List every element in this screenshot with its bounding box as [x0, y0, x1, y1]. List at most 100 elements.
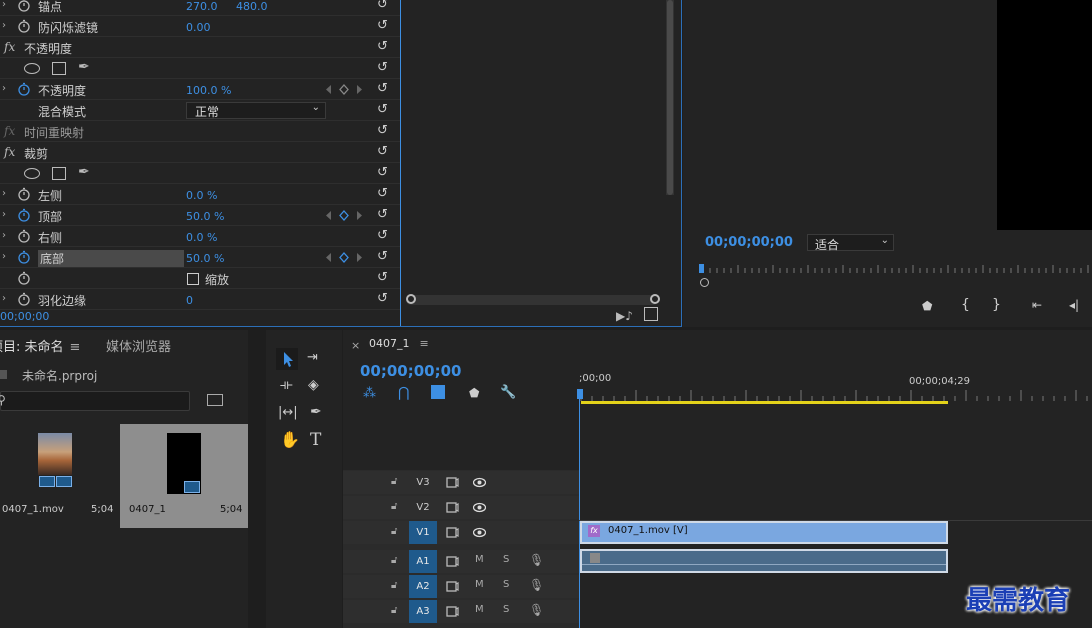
reset-icon[interactable]: ↺	[377, 81, 388, 96]
tab-project[interactable]: 项目: 未命名≡	[0, 336, 80, 355]
reset-icon[interactable]: ↺	[377, 186, 388, 201]
program-time-ruler[interactable]	[699, 262, 1092, 282]
reset-icon[interactable]: ↺	[377, 123, 388, 138]
mark-in-icon[interactable]: {	[961, 297, 970, 313]
stopwatch-icon[interactable]	[17, 0, 31, 12]
lock-icon[interactable]: 🔓︎	[391, 555, 397, 566]
effect-value[interactable]: 0	[186, 294, 193, 307]
lock-icon[interactable]: 🔓︎	[391, 580, 397, 591]
fit-dropdown[interactable]: 适合 ⌄	[807, 234, 894, 252]
track-target-toggle[interactable]: V1	[409, 521, 437, 544]
sync-lock-icon[interactable]	[446, 527, 459, 538]
effect-value-2[interactable]: 480.0	[236, 0, 268, 13]
reset-icon[interactable]: ↺	[377, 270, 388, 285]
stopwatch-icon[interactable]	[17, 187, 31, 201]
track-target-toggle[interactable]: V2	[409, 496, 437, 519]
pen-mask-icon[interactable]: ✒	[78, 164, 90, 180]
reset-icon[interactable]: ↺	[377, 144, 388, 159]
tab-sequence[interactable]: 0407_1 ≡	[369, 337, 429, 350]
stopwatch-icon[interactable]	[17, 208, 31, 222]
sync-lock-icon[interactable]	[446, 581, 459, 592]
vertical-scrollbar[interactable]	[666, 0, 674, 195]
reset-icon[interactable]: ↺	[377, 102, 388, 117]
lock-icon[interactable]: 🔓︎	[391, 501, 397, 512]
reset-icon[interactable]: ↺	[377, 39, 388, 54]
twirl-icon[interactable]: ›	[2, 251, 6, 262]
video-clip[interactable]: fx 0407_1.mov [V]	[580, 521, 948, 544]
eye-icon[interactable]	[473, 527, 486, 538]
twirl-icon[interactable]: ›	[2, 209, 6, 220]
export-frame-icon[interactable]	[644, 307, 658, 321]
reset-icon[interactable]: ↺	[377, 291, 388, 306]
stopwatch-icon[interactable]	[17, 19, 31, 33]
rect-mask-icon[interactable]	[52, 167, 66, 180]
project-item-clip[interactable]: 0407_1.mov 5;04	[0, 424, 120, 528]
sync-lock-icon[interactable]	[446, 606, 459, 617]
timeline-playhead[interactable]	[577, 389, 583, 399]
add-marker-tl-icon[interactable]	[431, 385, 445, 399]
stopwatch-icon[interactable]	[17, 292, 31, 306]
reset-icon[interactable]: ↺	[377, 165, 388, 180]
stopwatch-icon[interactable]	[17, 229, 31, 243]
go-to-in-icon[interactable]: ⇤	[1032, 298, 1042, 312]
microphone-icon[interactable]: 🎙︎	[529, 603, 544, 617]
lock-icon[interactable]: 🔓︎	[391, 526, 397, 537]
sync-lock-icon[interactable]	[446, 502, 459, 513]
program-playhead[interactable]	[699, 264, 704, 273]
track-target-toggle[interactable]: A3	[409, 600, 437, 623]
stopwatch-icon[interactable]	[17, 271, 31, 285]
reset-icon[interactable]: ↺	[377, 228, 388, 243]
twirl-icon[interactable]: ›	[2, 188, 6, 199]
effect-value[interactable]: 0.00	[186, 21, 211, 34]
mute-button[interactable]: M	[475, 604, 484, 615]
stopwatch-icon[interactable]	[17, 82, 31, 96]
razor-tool-icon[interactable]: ◈	[308, 377, 319, 393]
effect-value[interactable]: 270.0	[186, 0, 218, 13]
reset-icon[interactable]: ↺	[377, 249, 388, 264]
track-target-toggle[interactable]: A2	[409, 575, 437, 598]
keyframe-nav-icon[interactable]	[325, 251, 363, 264]
ellipse-mask-icon[interactable]	[24, 168, 40, 179]
reset-icon[interactable]: ↺	[377, 0, 388, 12]
effect-value[interactable]: 50.0 %	[186, 210, 224, 223]
eye-icon[interactable]	[473, 477, 486, 488]
blend-mode-dropdown[interactable]: 正常 ⌄	[186, 102, 326, 119]
solo-button[interactable]: S	[503, 604, 509, 615]
sync-lock-icon[interactable]	[446, 477, 459, 488]
microphone-icon[interactable]: 🎙︎	[529, 553, 544, 567]
slip-tool-icon[interactable]: |↔|	[278, 405, 298, 420]
twirl-icon[interactable]: ›	[2, 20, 6, 31]
project-item-sequence[interactable]: 0407_1 5;04	[120, 424, 248, 528]
audio-clip[interactable]	[580, 549, 948, 573]
ripple-edit-tool-icon[interactable]: ⟛	[280, 377, 293, 393]
stopwatch-icon[interactable]	[17, 250, 31, 264]
type-tool-icon[interactable]: T	[310, 430, 321, 450]
step-back-icon[interactable]: ◂|	[1069, 298, 1079, 312]
find-icon[interactable]	[207, 394, 223, 406]
lock-icon[interactable]: 🔓︎	[391, 476, 397, 487]
effect-value[interactable]: 50.0 %	[186, 252, 224, 265]
microphone-icon[interactable]: 🎙︎	[529, 578, 544, 592]
rect-mask-icon[interactable]	[52, 62, 66, 75]
zoom-handle[interactable]	[700, 278, 709, 287]
mute-button[interactable]: M	[475, 554, 484, 565]
effect-value[interactable]: 100.0 %	[186, 84, 231, 97]
horizontal-zoom-scrollbar[interactable]	[406, 294, 660, 305]
effect-value[interactable]: 0.0 %	[186, 189, 217, 202]
sync-lock-icon[interactable]	[446, 556, 459, 567]
program-timecode[interactable]: 00;00;00;00	[705, 235, 793, 250]
twirl-icon[interactable]: ›	[2, 293, 6, 304]
track-select-tool-icon[interactable]: ⇥	[307, 350, 318, 365]
reset-icon[interactable]: ↺	[377, 207, 388, 222]
mark-out-icon[interactable]: }	[992, 297, 1001, 313]
linked-selection-icon[interactable]: ⋂	[398, 385, 409, 401]
lock-icon[interactable]: 🔓︎	[391, 605, 397, 616]
track-target-toggle[interactable]: A1	[409, 550, 437, 573]
track-target-toggle[interactable]: V3	[409, 471, 437, 494]
twirl-icon[interactable]: ›	[2, 230, 6, 241]
close-icon[interactable]: ×	[351, 339, 360, 352]
hand-tool-icon[interactable]: ✋	[280, 430, 300, 449]
add-marker-icon[interactable]: ⬟	[922, 299, 932, 313]
fx-icon[interactable]: fx	[4, 40, 15, 54]
marker-icon[interactable]: ⬟	[469, 386, 479, 400]
